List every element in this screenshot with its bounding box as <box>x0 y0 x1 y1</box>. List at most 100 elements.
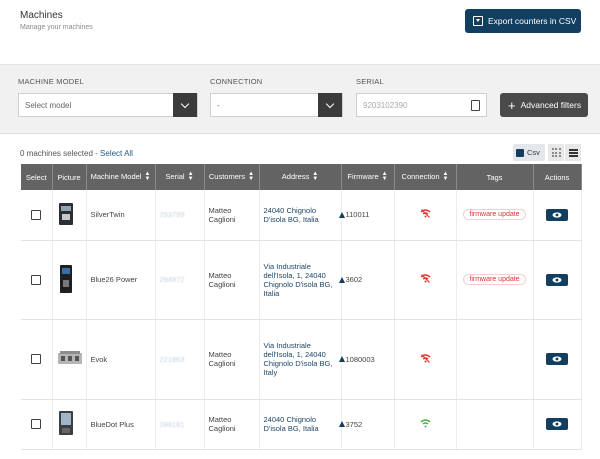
model-cell: Evok <box>86 319 156 400</box>
firmware-cell: 3602 <box>341 240 395 320</box>
export-counters-button[interactable]: Export counters in CSV <box>465 9 581 33</box>
header-picture: Picture <box>52 164 87 190</box>
advanced-filters-button[interactable]: + Advanced filters <box>500 93 588 117</box>
navigation-arrow-icon[interactable] <box>338 421 345 427</box>
row-checkbox[interactable] <box>31 354 42 364</box>
header-serial[interactable]: Serial ▲ ▼ <box>155 164 205 190</box>
grid-icon <box>551 148 561 157</box>
view-button[interactable] <box>546 418 568 430</box>
row-checkbox[interactable] <box>31 274 42 285</box>
header-connection[interactable]: Connection ▲ ▼ <box>394 164 457 190</box>
filters-bar: MACHINE MODEL Select model CONNECTION - … <box>0 64 600 134</box>
picture-cell <box>52 190 87 241</box>
address-link[interactable]: 24040 Chignolo D'isola BG, Italia <box>264 206 345 224</box>
model-cell: BlueDot Plus <box>86 399 156 450</box>
connection-cell <box>394 319 457 400</box>
sort-icon[interactable]: ▲ ▼ <box>248 171 254 182</box>
table-row: Blue26 Power 294972 Matteo Caglioni Via … <box>21 240 582 320</box>
model-cell: Blue26 Power <box>86 240 156 320</box>
download-icon <box>473 16 483 26</box>
picture-cell <box>52 240 87 320</box>
connection-select[interactable]: - <box>210 93 343 117</box>
csv-button[interactable]: Csv <box>513 144 545 161</box>
tag-badge: firmware update <box>463 209 526 221</box>
chevron-down-icon[interactable] <box>318 93 342 117</box>
serial-input[interactable]: 9203102390 <box>356 93 487 117</box>
wifi-off-icon <box>420 209 430 219</box>
firmware-cell: 1080003 <box>341 319 395 400</box>
list-icon <box>568 148 578 157</box>
serial-cell: 221863 <box>155 319 205 400</box>
address-cell: Via Industriale dell'Isola, 1, 24040 Chi… <box>259 240 345 320</box>
machine-image <box>58 411 73 435</box>
page-title: Machines <box>20 10 63 21</box>
header-address[interactable]: Address ▲ ▼ <box>259 164 342 190</box>
eye-icon <box>552 212 562 218</box>
wifi-icon <box>420 418 430 427</box>
header-actions: Actions <box>533 164 582 190</box>
address-link[interactable]: Via Industriale dell'Isola, 1, 24040 Chi… <box>264 262 345 298</box>
sort-icon[interactable]: ▲ ▼ <box>144 171 150 182</box>
actions-cell <box>533 190 582 241</box>
navigation-arrow-icon[interactable] <box>338 276 345 283</box>
table-header-row: Select Picture Machine Model ▲ ▼ Serial ▲ ▼ … <box>21 164 582 190</box>
machine-model-select[interactable]: Select model <box>18 93 198 117</box>
navigation-arrow-icon[interactable] <box>338 211 345 218</box>
sort-icon[interactable]: ▲ ▼ <box>312 171 318 182</box>
download-icon <box>516 148 524 157</box>
model-cell: SilverTwin <box>86 190 156 241</box>
tags-cell: firmware update <box>456 240 534 320</box>
select-cell <box>21 190 53 241</box>
selection-count: 0 machines selected - <box>20 149 101 158</box>
view-button[interactable] <box>546 353 568 365</box>
list-view-button[interactable] <box>565 144 581 161</box>
connection-value: - <box>217 100 220 110</box>
customer-cell: Matteo Caglioni <box>204 319 260 400</box>
header-select: Select <box>21 164 53 190</box>
grid-view-button[interactable] <box>548 144 564 161</box>
header-machine-model[interactable]: Machine Model ▲ ▼ <box>86 164 156 190</box>
select-cell <box>21 319 53 400</box>
tag-badge: firmware update <box>463 274 526 285</box>
select-all-link[interactable]: Select All <box>100 149 133 158</box>
sort-icon[interactable]: ▲ ▼ <box>382 171 388 182</box>
connection-cell <box>394 190 457 241</box>
header-customers[interactable]: Customers ▲ ▼ <box>204 164 260 190</box>
sort-icon[interactable]: ▲ ▼ <box>188 171 194 182</box>
serial-placeholder: 9203102390 <box>363 100 408 110</box>
tags-cell <box>456 319 534 400</box>
firmware-cell: 3752 <box>341 399 395 450</box>
serial-cell: 293799 <box>155 190 205 241</box>
machine-image <box>57 351 82 364</box>
connection-cell <box>394 399 457 450</box>
plus-icon: + <box>508 97 516 113</box>
actions-cell <box>533 399 582 450</box>
navigation-arrow-icon[interactable] <box>338 356 345 362</box>
serial-cell: 294972 <box>155 240 205 320</box>
export-counters-label: Export counters in CSV <box>488 16 577 26</box>
chevron-down-icon[interactable] <box>173 93 197 117</box>
address-cell: 24040 Chignolo D'isola BG, Italia <box>259 190 345 241</box>
calendar-icon[interactable] <box>471 100 480 111</box>
sort-icon[interactable]: ▲ ▼ <box>443 171 449 182</box>
view-button[interactable] <box>546 208 568 221</box>
selection-info: 0 machines selected - Select All <box>20 149 133 158</box>
wifi-off-icon <box>420 274 430 283</box>
row-checkbox[interactable] <box>31 209 42 220</box>
advanced-filters-label: Advanced filters <box>520 100 582 110</box>
page-subtitle: Manage your machines <box>20 24 93 31</box>
address-link[interactable]: Via Industriale dell'Isola, 1, 24040 Chi… <box>264 341 345 377</box>
table-row: SilverTwin 293799 Matteo Caglioni 24040 … <box>21 190 582 241</box>
header-tags: Tags <box>456 164 534 190</box>
actions-cell <box>533 240 582 320</box>
header-firmware[interactable]: Firmware ▲ ▼ <box>341 164 395 190</box>
view-button[interactable] <box>546 273 568 286</box>
firmware-cell: 110011 <box>341 190 395 241</box>
row-checkbox[interactable] <box>31 419 42 429</box>
serial-cell: 286181 <box>155 399 205 450</box>
address-link[interactable]: 24040 Chignolo D'isola BG, Italia <box>264 415 345 433</box>
select-cell <box>21 399 53 450</box>
address-cell: Via Industriale dell'Isola, 1, 24040 Chi… <box>259 319 345 400</box>
machine-image <box>58 202 73 225</box>
page-header: Machines Manage your machines Export cou… <box>0 0 600 64</box>
